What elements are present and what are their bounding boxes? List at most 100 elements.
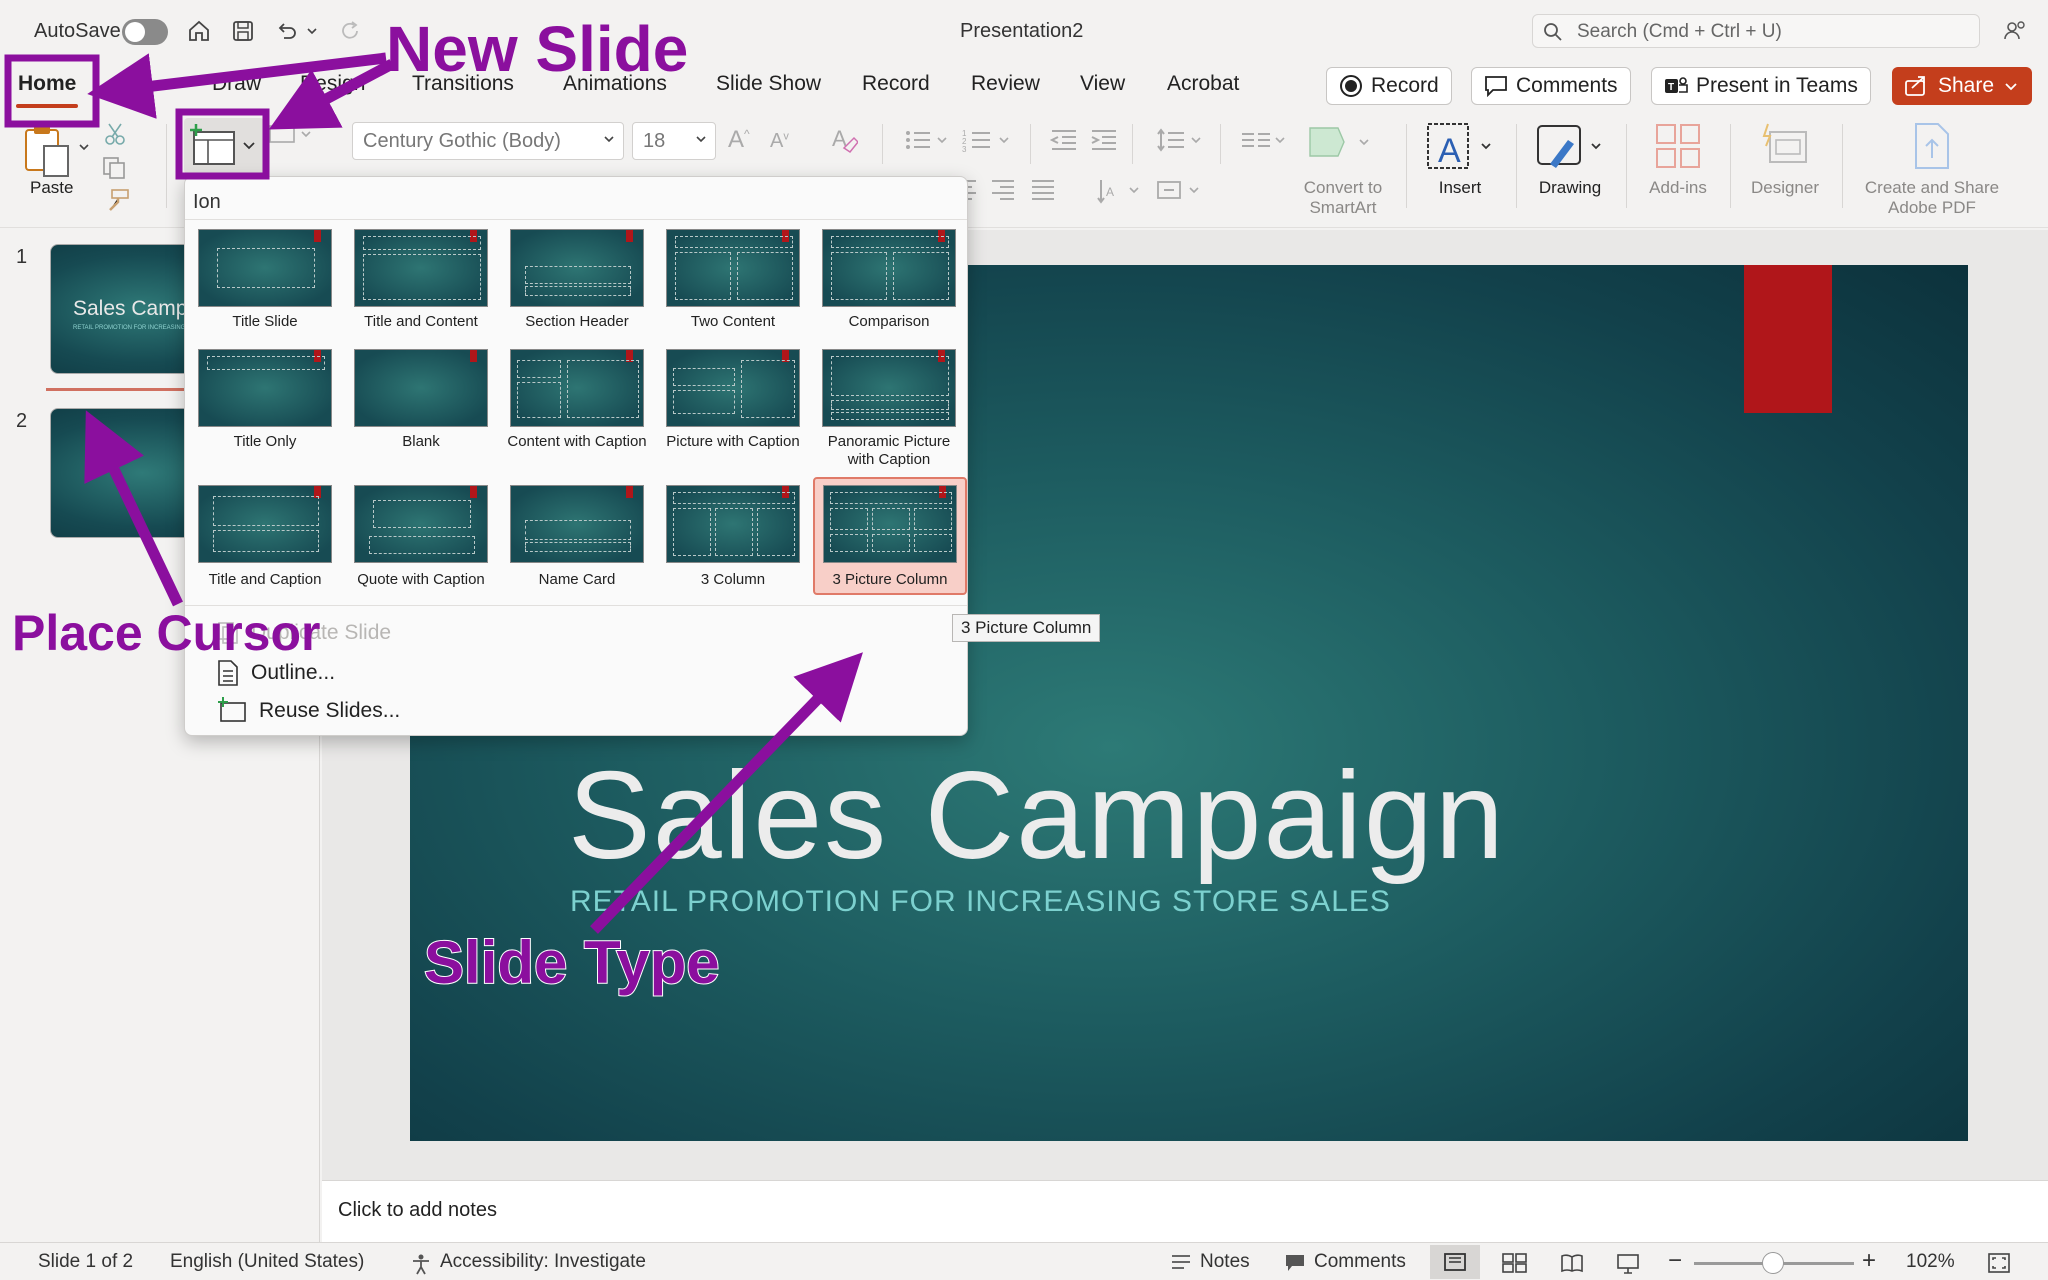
align-text-icon[interactable]: [1156, 178, 1206, 204]
paste-label: Paste: [30, 178, 74, 197]
notes-pane[interactable]: Click to add notes: [322, 1180, 2048, 1242]
align-right-icon[interactable]: [990, 178, 1016, 202]
reuse-slides-menu-item[interactable]: Reuse Slides...: [217, 697, 400, 725]
font-size-value: 18: [643, 130, 666, 152]
comments-toggle[interactable]: Comments: [1314, 1251, 1406, 1273]
slide-red-accent: [1744, 265, 1832, 413]
notes-toggle[interactable]: Notes: [1200, 1251, 1250, 1273]
cut-icon[interactable]: [104, 122, 126, 146]
record-button[interactable]: Record: [1326, 67, 1452, 105]
undo-icon[interactable]: [270, 14, 304, 48]
present-in-teams-button[interactable]: T Present in Teams: [1651, 67, 1871, 105]
tab-review[interactable]: Review: [971, 72, 1040, 96]
tab-view[interactable]: View: [1080, 72, 1125, 96]
tab-acrobat[interactable]: Acrobat: [1167, 72, 1239, 96]
numbering-icon[interactable]: 123: [962, 128, 1014, 152]
undo-dropdown-icon[interactable]: [302, 14, 322, 48]
zoom-in-icon[interactable]: +: [1862, 1247, 1876, 1275]
text-direction-icon[interactable]: A: [1096, 178, 1146, 204]
layout-title-and-caption[interactable]: Title and Caption: [191, 479, 339, 593]
share-button[interactable]: Share: [1892, 67, 2032, 105]
svg-text:A: A: [1106, 185, 1114, 199]
layout-icon[interactable]: [268, 124, 314, 146]
layout-title-slide[interactable]: Title Slide: [191, 223, 339, 335]
layout-section-header[interactable]: Section Header: [503, 223, 651, 335]
layout-label: Picture with Caption: [666, 433, 800, 450]
accessibility-status[interactable]: Accessibility: Investigate: [440, 1251, 646, 1273]
drawing-button[interactable]: Drawing: [1524, 120, 1616, 202]
bullets-icon[interactable]: [904, 128, 950, 152]
svg-text:A: A: [1438, 132, 1461, 170]
accessibility-icon: [413, 1254, 429, 1275]
outline-menu-item[interactable]: Outline...: [217, 659, 335, 687]
redo-icon[interactable]: [334, 14, 368, 48]
increase-indent-icon[interactable]: [1090, 128, 1118, 152]
document-title: Presentation2: [960, 20, 1084, 42]
layout-3-picture-column[interactable]: 3 Picture Column: [813, 477, 967, 595]
normal-view-button[interactable]: [1430, 1245, 1480, 1279]
layout-blank[interactable]: Blank: [347, 343, 495, 463]
columns-icon[interactable]: [1240, 130, 1290, 152]
slide-title[interactable]: Sales Campaign: [568, 745, 1506, 887]
font-name-select[interactable]: Century Gothic (Body): [352, 122, 624, 160]
layout-name-card[interactable]: Name Card: [503, 479, 651, 593]
slide-sorter-icon[interactable]: [1502, 1253, 1528, 1273]
layout-comparison[interactable]: Comparison: [815, 223, 963, 335]
title-bar: AutoSave Presentation2 Search (Cmd + Ctr…: [0, 0, 2048, 62]
new-slide-button[interactable]: [184, 118, 264, 174]
convert-to-smartart-label: Convert to SmartArt: [1303, 178, 1383, 217]
copy-icon[interactable]: [102, 156, 128, 180]
layout-label: 3 Column: [700, 571, 766, 588]
zoom-out-icon[interactable]: −: [1668, 1247, 1682, 1275]
layout-picture-with-caption[interactable]: Picture with Caption: [659, 343, 807, 463]
tab-home[interactable]: Home: [18, 72, 76, 96]
layout-quote-with-caption[interactable]: Quote with Caption: [347, 479, 495, 593]
format-painter-icon[interactable]: [104, 188, 130, 214]
clear-formatting-icon[interactable]: A: [830, 126, 858, 156]
language-indicator[interactable]: English (United States): [170, 1251, 364, 1273]
comment-icon: [1485, 76, 1507, 97]
decrease-indent-icon[interactable]: [1050, 128, 1078, 152]
drawing-icon: [1537, 125, 1601, 168]
reading-view-icon[interactable]: [1560, 1253, 1584, 1273]
new-slide-dropdown-icon[interactable]: [242, 140, 256, 152]
slide-subtitle[interactable]: RETAIL PROMOTION FOR INCREASING STORE SA…: [570, 885, 1391, 919]
insert-button[interactable]: A Insert: [1414, 120, 1506, 202]
layout-panoramic-picture-with-caption[interactable]: Panoramic Picture with Caption: [815, 343, 963, 468]
font-size-select[interactable]: 18: [632, 122, 716, 160]
home-icon[interactable]: [182, 14, 216, 48]
layout-label: Section Header: [525, 313, 629, 330]
layout-content-with-caption[interactable]: Content with Caption: [503, 343, 651, 463]
ribbon-separator: [882, 124, 883, 164]
convert-to-smartart-button[interactable]: Convert to SmartArt: [1290, 120, 1396, 220]
comments-icon: [1286, 1255, 1304, 1271]
tab-slide-show[interactable]: Slide Show: [716, 72, 821, 96]
annotation-slide-type: Slide Type: [423, 928, 721, 997]
layout-two-content[interactable]: Two Content: [659, 223, 807, 335]
layout-title-only[interactable]: Title Only: [191, 343, 339, 463]
fit-to-window-icon[interactable]: [1988, 1253, 2010, 1273]
save-icon[interactable]: [226, 14, 260, 48]
designer-button[interactable]: Designer: [1738, 120, 1832, 202]
increase-font-size-icon[interactable]: A^: [728, 126, 750, 154]
tab-draw[interactable]: Draw: [212, 72, 261, 96]
svg-text:T: T: [1668, 82, 1674, 93]
font-name-value: Century Gothic (Body): [363, 130, 561, 152]
autosave-toggle[interactable]: [122, 19, 168, 45]
layout-title-and-content[interactable]: Title and Content: [347, 223, 495, 335]
paste-dropdown-icon[interactable]: [78, 142, 90, 152]
slide-show-icon[interactable]: [1616, 1253, 1640, 1275]
create-share-pdf-button[interactable]: Create and Share Adobe PDF: [1852, 120, 2012, 220]
decrease-font-size-icon[interactable]: Av: [770, 130, 789, 153]
people-icon[interactable]: [1998, 14, 2032, 48]
zoom-level[interactable]: 102%: [1906, 1251, 1955, 1273]
layout-3-column[interactable]: 3 Column: [659, 479, 807, 593]
search-input[interactable]: Search (Cmd + Ctrl + U): [1532, 14, 1980, 48]
tab-record[interactable]: Record: [862, 72, 930, 96]
justify-icon[interactable]: [1030, 178, 1056, 202]
comments-button[interactable]: Comments: [1471, 67, 1631, 105]
zoom-slider-handle[interactable]: [1762, 1252, 1784, 1274]
line-spacing-icon[interactable]: [1156, 128, 1206, 152]
tab-design[interactable]: Design: [300, 72, 365, 96]
add-ins-button[interactable]: Add-ins: [1634, 120, 1722, 202]
